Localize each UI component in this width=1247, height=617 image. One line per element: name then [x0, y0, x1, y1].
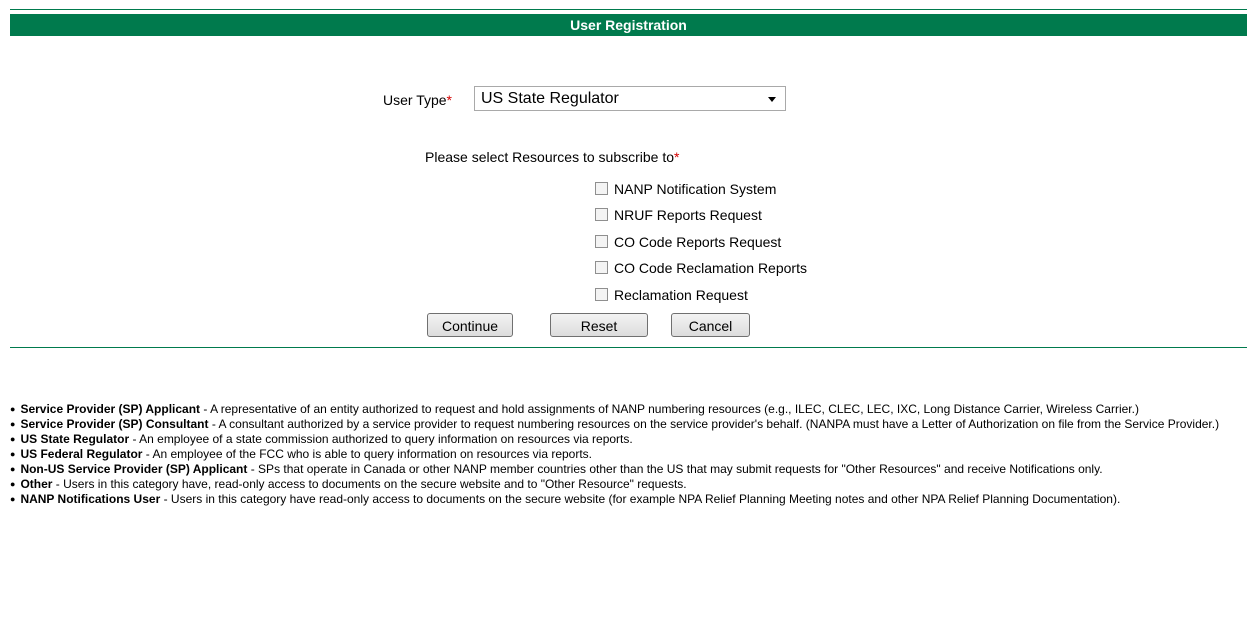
- required-marker: *: [446, 92, 452, 108]
- reset-button[interactable]: Reset: [550, 313, 648, 337]
- definition-text: - A consultant authorized by a service p…: [208, 417, 1220, 431]
- definition-item: ● US Federal Regulator - An employee of t…: [10, 447, 1235, 462]
- definition-item: ● NANP Notifications User - Users in this…: [10, 492, 1235, 507]
- definition-item: ● US State Regulator - An employee of a s…: [10, 432, 1235, 447]
- definition-item: ● Other - Users in this category have, re…: [10, 477, 1235, 492]
- form-bottom-rule: [10, 347, 1247, 348]
- chevron-down-icon[interactable]: [768, 97, 776, 102]
- bullet-icon: ●: [10, 434, 16, 444]
- nanp-notification-system-checkbox[interactable]: [595, 182, 608, 195]
- reclamation-request-checkbox[interactable]: [595, 288, 608, 301]
- definition-text: - SPs that operate in Canada or other NA…: [247, 462, 1103, 476]
- definition-term: Service Provider (SP) Consultant: [20, 417, 209, 431]
- definition-term: US State Regulator: [20, 432, 130, 446]
- definition-term: Other: [20, 477, 53, 491]
- resource-option-label: Reclamation Request: [614, 287, 748, 303]
- nruf-reports-request-checkbox[interactable]: [595, 208, 608, 221]
- definition-text: - Users in this category have read-only …: [160, 492, 1121, 506]
- bullet-icon: ●: [10, 479, 16, 489]
- definition-item: ● Service Provider (SP) Consultant - A co…: [10, 417, 1235, 432]
- resource-option-label: CO Code Reclamation Reports: [614, 260, 807, 276]
- bullet-icon: ●: [10, 419, 16, 429]
- definition-text: - An employee of the FCC who is able to …: [142, 447, 593, 461]
- user-type-select[interactable]: US State Regulator: [474, 86, 786, 111]
- header-top-rule: [10, 9, 1247, 10]
- user-type-label: User Type*: [383, 92, 452, 108]
- user-type-definitions: ● Service Provider (SP) Applicant - A rep…: [10, 402, 1235, 507]
- bullet-icon: ●: [10, 404, 16, 414]
- bullet-icon: ●: [10, 494, 16, 504]
- definition-text: - An employee of a state commission auth…: [129, 432, 633, 446]
- cancel-button[interactable]: Cancel: [671, 313, 750, 337]
- definition-term: Non-US Service Provider (SP) Applicant: [20, 462, 248, 476]
- resource-option-label: NRUF Reports Request: [614, 207, 762, 223]
- resource-option-label: NANP Notification System: [614, 181, 777, 197]
- definition-term: US Federal Regulator: [20, 447, 143, 461]
- definition-item: ● Service Provider (SP) Applicant - A rep…: [10, 402, 1235, 417]
- definition-term: NANP Notifications User: [20, 492, 161, 506]
- co-code-reports-request-checkbox[interactable]: [595, 235, 608, 248]
- bullet-icon: ●: [10, 449, 16, 459]
- definition-item: ● Non-US Service Provider (SP) Applicant …: [10, 462, 1235, 477]
- co-code-reclamation-reports-checkbox[interactable]: [595, 261, 608, 274]
- definition-text: - A representative of an entity authoriz…: [200, 402, 1139, 416]
- user-type-selected-value: US State Regulator: [481, 90, 619, 107]
- continue-button[interactable]: Continue: [427, 313, 513, 337]
- page-title: User Registration: [10, 14, 1247, 36]
- definition-term: Service Provider (SP) Applicant: [20, 402, 201, 416]
- resource-option-label: CO Code Reports Request: [614, 234, 782, 250]
- bullet-icon: ●: [10, 464, 16, 474]
- resources-prompt: Please select Resources to subscribe to*: [425, 149, 680, 165]
- required-marker: *: [674, 149, 680, 165]
- definition-text: - Users in this category have, read-only…: [52, 477, 687, 491]
